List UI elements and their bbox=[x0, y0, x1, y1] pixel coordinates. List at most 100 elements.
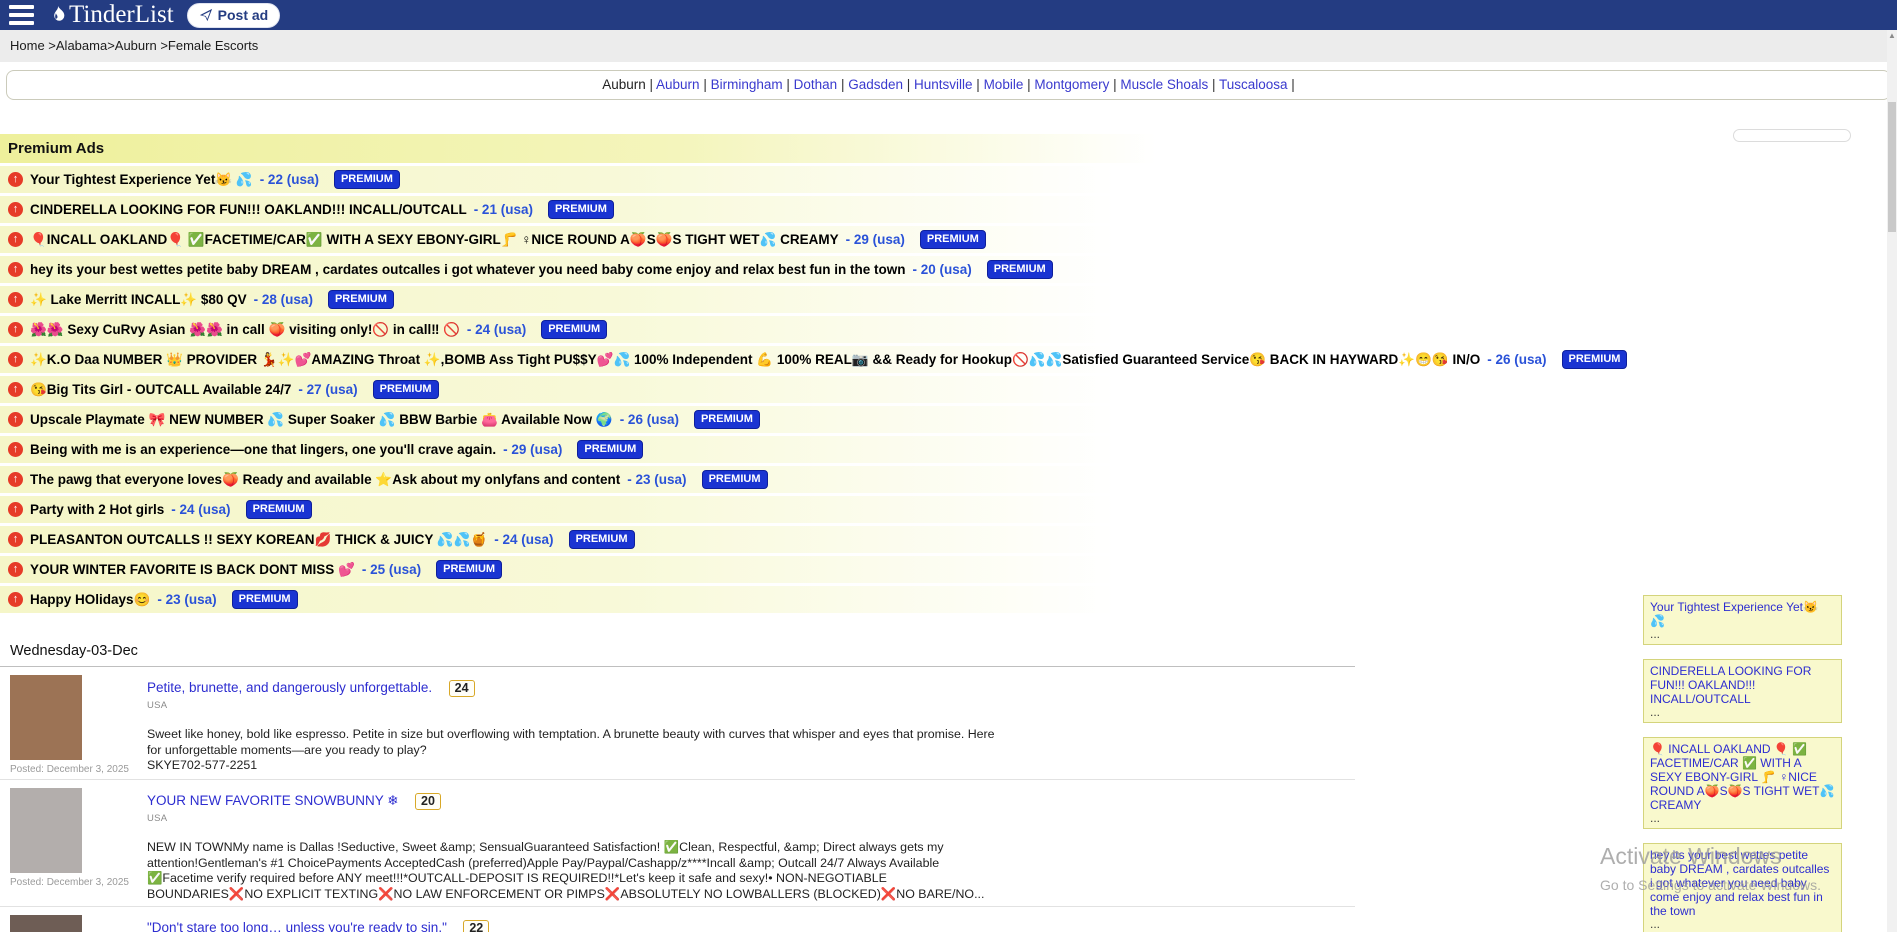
up-arrow-icon: ↑ bbox=[8, 382, 23, 397]
premium-ad-title[interactable]: PLEASANTON OUTCALLS !! SEXY KOREAN💋 THIC… bbox=[30, 532, 487, 548]
premium-badge: PREMIUM bbox=[246, 500, 312, 519]
scrollbar-up-arrow[interactable]: ▲ bbox=[1887, 30, 1897, 42]
up-arrow-icon: ↑ bbox=[8, 472, 23, 487]
premium-ad-title[interactable]: CINDERELLA LOOKING FOR FUN!!! OAKLAND!!!… bbox=[30, 202, 467, 217]
listing-thumbnail[interactable] bbox=[10, 915, 82, 932]
city-links: Auburn | Birmingham | Dothan | Gadsden |… bbox=[656, 77, 1295, 92]
premium-ads-section: Premium Ads ↑ Your Tightest Experience Y… bbox=[0, 134, 1360, 613]
age-badge: 20 bbox=[415, 793, 441, 810]
premium-ad-row[interactable]: ↑ Party with 2 Hot girls - 24 (usa) PREM… bbox=[0, 496, 1360, 523]
premium-ad-row[interactable]: ↑ hey its your best wettes petite baby D… bbox=[0, 256, 1360, 283]
premium-ad-row[interactable]: ↑ PLEASANTON OUTCALLS !! SEXY KOREAN💋 TH… bbox=[0, 526, 1360, 553]
premium-ad-title[interactable]: ✨ Lake Merritt INCALL✨ $80 QV bbox=[30, 292, 247, 308]
premium-ad-row[interactable]: ↑ CINDERELLA LOOKING FOR FUN!!! OAKLAND!… bbox=[0, 196, 1360, 223]
premium-ad-row[interactable]: ↑ 🌺🌺 Sexy CuRvy Asian 🌺🌺 in call 🍑 visit… bbox=[0, 316, 1360, 343]
up-arrow-icon: ↑ bbox=[8, 292, 23, 307]
city-link[interactable]: Birmingham bbox=[711, 77, 783, 92]
sidebar-ad-ellipsis: ... bbox=[1650, 918, 1835, 931]
premium-ad-meta: - 24 (usa) bbox=[494, 532, 553, 547]
premium-ad-title[interactable]: Upscale Playmate 🎀 NEW NUMBER 💦 Super So… bbox=[30, 412, 613, 428]
premium-ads-title: Premium Ads bbox=[0, 134, 1360, 163]
listing-thumbnail[interactable] bbox=[10, 675, 82, 760]
sidebar-ad-box[interactable]: hey its your best wettes petite baby DRE… bbox=[1643, 843, 1842, 932]
premium-ad-title[interactable]: Being with me is an experience—one that … bbox=[30, 442, 496, 457]
sidebar-ad-box[interactable]: 🎈 INCALL OAKLAND 🎈 ✅ FACETIME/CAR ✅ WITH… bbox=[1643, 737, 1842, 829]
premium-ad-row[interactable]: ↑ The pawg that everyone loves🍑 Ready an… bbox=[0, 466, 1360, 493]
premium-ad-meta: - 29 (usa) bbox=[503, 442, 562, 457]
premium-ad-row[interactable]: ↑ Being with me is an experience—one tha… bbox=[0, 436, 1360, 463]
up-arrow-icon: ↑ bbox=[8, 202, 23, 217]
premium-ad-title[interactable]: The pawg that everyone loves🍑 Ready and … bbox=[30, 472, 620, 488]
premium-ad-row[interactable]: ↑ ✨K.O Daa NUMBER 👑 PROVIDER 💃✨💕AMAZING … bbox=[0, 346, 1360, 373]
premium-ad-row[interactable]: ↑ 🎈INCALL OAKLAND🎈 ✅FACETIME/CAR✅ WITH A… bbox=[0, 226, 1360, 253]
empty-placeholder-box bbox=[1733, 129, 1851, 142]
listing-posted-date: Posted: December 3, 2025 bbox=[10, 764, 129, 775]
listing-region: USA bbox=[147, 813, 997, 824]
city-link[interactable]: Mobile bbox=[984, 77, 1024, 92]
sidebar-ad-ellipsis: ... bbox=[1650, 812, 1835, 825]
premium-ad-title[interactable]: hey its your best wettes petite baby DRE… bbox=[30, 262, 905, 277]
premium-badge: PREMIUM bbox=[334, 170, 400, 189]
listing-description: Sweet like honey, bold like espresso. Pe… bbox=[147, 727, 997, 774]
premium-ad-row[interactable]: ↑ YOUR WINTER FAVORITE IS BACK DONT MISS… bbox=[0, 556, 1360, 583]
post-ad-button[interactable]: Post ad bbox=[187, 3, 281, 28]
brand-logo[interactable]: TinderList bbox=[47, 1, 174, 29]
city-link[interactable]: Auburn bbox=[656, 77, 700, 92]
sidebar-ad-box[interactable]: CINDERELLA LOOKING FOR FUN!!! OAKLAND!!!… bbox=[1643, 659, 1842, 723]
premium-ad-meta: - 24 (usa) bbox=[467, 322, 526, 337]
scrollbar-thumb[interactable] bbox=[1888, 102, 1896, 232]
premium-badge: PREMIUM bbox=[1562, 350, 1628, 369]
sidebar-ad-text[interactable]: Your Tightest Experience Yet😼 💦 bbox=[1650, 600, 1835, 628]
premium-ad-row[interactable]: ↑ 😘Big Tits Girl - OUTCALL Available 24/… bbox=[0, 376, 1360, 403]
city-link[interactable]: Tuscaloosa bbox=[1219, 77, 1288, 92]
premium-ad-meta: - 29 (usa) bbox=[846, 232, 905, 247]
sidebar-ad-text[interactable]: hey its your best wettes petite baby DRE… bbox=[1650, 848, 1835, 918]
premium-ad-meta: - 23 (usa) bbox=[627, 472, 686, 487]
premium-ad-row[interactable]: ↑ ✨ Lake Merritt INCALL✨ $80 QV - 28 (us… bbox=[0, 286, 1360, 313]
premium-ad-row[interactable]: ↑ Upscale Playmate 🎀 NEW NUMBER 💦 Super … bbox=[0, 406, 1360, 433]
up-arrow-icon: ↑ bbox=[8, 232, 23, 247]
listing-row: Posted: December 3, 2025 Petite, brunett… bbox=[0, 667, 1355, 780]
up-arrow-icon: ↑ bbox=[8, 442, 23, 457]
breadcrumb[interactable]: Home >Alabama>Auburn >Female Escorts bbox=[0, 30, 1897, 62]
up-arrow-icon: ↑ bbox=[8, 592, 23, 607]
hamburger-menu-icon[interactable] bbox=[9, 5, 34, 25]
premium-badge: PREMIUM bbox=[328, 290, 394, 309]
city-link[interactable]: Huntsville bbox=[914, 77, 973, 92]
premium-ad-row[interactable]: ↑ Your Tightest Experience Yet😼 💦 - 22 (… bbox=[0, 166, 1360, 193]
premium-badge: PREMIUM bbox=[987, 260, 1053, 279]
premium-ad-title[interactable]: Party with 2 Hot girls bbox=[30, 502, 164, 517]
up-arrow-icon: ↑ bbox=[8, 172, 23, 187]
premium-ad-title[interactable]: Happy HOlidays😊 bbox=[30, 592, 150, 608]
listing-row: Posted: December 3, 2025 "Don't stare to… bbox=[0, 907, 1355, 932]
premium-ad-meta: - 21 (usa) bbox=[474, 202, 533, 217]
city-link[interactable]: Gadsden bbox=[848, 77, 903, 92]
premium-ad-title[interactable]: 😘Big Tits Girl - OUTCALL Available 24/7 bbox=[30, 382, 291, 398]
age-badge: 22 bbox=[463, 920, 489, 932]
listing-row: Posted: December 3, 2025 YOUR NEW FAVORI… bbox=[0, 780, 1355, 907]
city-link[interactable]: Muscle Shoals bbox=[1120, 77, 1208, 92]
premium-ad-meta: - 23 (usa) bbox=[157, 592, 216, 607]
listing-title-link[interactable]: "Don't stare too long… unless you're rea… bbox=[147, 920, 447, 932]
vertical-scrollbar[interactable]: ▲ bbox=[1887, 30, 1897, 932]
sidebar-ad-text[interactable]: CINDERELLA LOOKING FOR FUN!!! OAKLAND!!!… bbox=[1650, 664, 1835, 706]
city-current: Auburn bbox=[602, 77, 646, 92]
city-link[interactable]: Dothan bbox=[794, 77, 838, 92]
city-link[interactable]: Montgomery bbox=[1034, 77, 1109, 92]
listing-title-link[interactable]: YOUR NEW FAVORITE SNOWBUNNY ❄ bbox=[147, 793, 399, 808]
premium-ad-title[interactable]: ✨K.O Daa NUMBER 👑 PROVIDER 💃✨💕AMAZING Th… bbox=[30, 352, 1480, 368]
premium-ad-row[interactable]: ↑ Happy HOlidays😊 - 23 (usa) PREMIUM bbox=[0, 586, 1360, 613]
listing-thumbnail[interactable] bbox=[10, 788, 82, 873]
premium-ad-title[interactable]: 🌺🌺 Sexy CuRvy Asian 🌺🌺 in call 🍑 visitin… bbox=[30, 322, 460, 338]
premium-ad-title[interactable]: Your Tightest Experience Yet😼 💦 bbox=[30, 172, 253, 188]
premium-badge: PREMIUM bbox=[232, 590, 298, 609]
premium-ad-title[interactable]: YOUR WINTER FAVORITE IS BACK DONT MISS 💕 bbox=[30, 562, 355, 578]
sidebar-ad-text[interactable]: 🎈 INCALL OAKLAND 🎈 ✅ FACETIME/CAR ✅ WITH… bbox=[1650, 742, 1835, 812]
premium-badge: PREMIUM bbox=[548, 200, 614, 219]
up-arrow-icon: ↑ bbox=[8, 532, 23, 547]
sidebar-ad-box[interactable]: Your Tightest Experience Yet😼 💦 ... bbox=[1643, 595, 1842, 645]
premium-ad-title[interactable]: 🎈INCALL OAKLAND🎈 ✅FACETIME/CAR✅ WITH A S… bbox=[30, 232, 839, 248]
premium-badge: PREMIUM bbox=[702, 470, 768, 489]
up-arrow-icon: ↑ bbox=[8, 562, 23, 577]
listing-title-link[interactable]: Petite, brunette, and dangerously unforg… bbox=[147, 680, 432, 695]
